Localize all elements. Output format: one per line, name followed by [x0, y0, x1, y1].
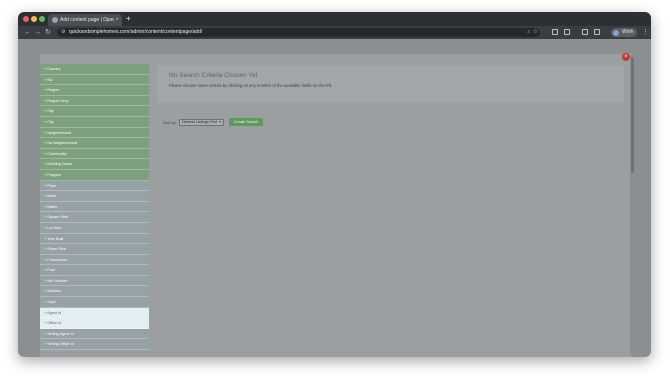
- filter-item[interactable]: + Selling Office Id: [40, 339, 149, 351]
- filter-item[interactable]: + Foreclosure: [40, 254, 149, 266]
- menu-icon[interactable]: ⋮: [642, 26, 649, 39]
- filter-item[interactable]: + Year Built: [40, 233, 149, 245]
- cast-icon[interactable]: [552, 29, 558, 35]
- tab-close-icon[interactable]: ×: [115, 14, 119, 26]
- sort-select[interactable]: Newest Listings First ▾: [179, 119, 224, 126]
- bookmarks-icon[interactable]: [594, 29, 600, 35]
- site-info-icon[interactable]: ⚙: [61, 28, 65, 37]
- filter-item[interactable]: + Building Name: [40, 159, 149, 170]
- filter-item[interactable]: + City: [40, 116, 149, 128]
- filter-item[interactable]: + No Neighborhood: [40, 138, 149, 149]
- filter-item[interactable]: + Agent Id: [40, 307, 149, 319]
- profile-button[interactable]: Work: [611, 28, 637, 37]
- panel-title: No Search Criteria Chosen Yet: [169, 72, 258, 79]
- filter-sidebar: + Country + Biz + Region + Region Grey + Cit…: [40, 64, 149, 357]
- filter-item[interactable]: + Country: [40, 64, 149, 75]
- url-text[interactable]: quickandsimplehomes.com/admin/content/co…: [69, 28, 202, 37]
- maximize-window-button[interactable]: [39, 16, 45, 22]
- new-tab-button[interactable]: +: [126, 13, 131, 25]
- filter-item[interactable]: + City: [40, 106, 149, 117]
- filter-item[interactable]: + Price: [40, 180, 149, 192]
- filter-item[interactable]: + Baths: [40, 201, 149, 213]
- forward-button[interactable]: →: [34, 26, 41, 39]
- bookmark-star-icon[interactable]: ☆: [533, 28, 538, 37]
- filter-item[interactable]: + Selling Agent Id: [40, 328, 149, 340]
- filter-item[interactable]: + Office Id: [40, 318, 149, 329]
- filter-item[interactable]: + Region Grey: [40, 95, 149, 107]
- create-search-button[interactable]: Create Search: [229, 118, 263, 126]
- browser-window: Add content page | Django s × + ← → ↻ ⚙ …: [18, 12, 651, 357]
- avatar: [613, 29, 619, 36]
- reload-button[interactable]: ↻: [45, 26, 51, 39]
- filter-item[interactable]: + Square Feet: [40, 212, 149, 223]
- filter-item[interactable]: + Polygon: [40, 169, 149, 181]
- scrollbar[interactable]: [630, 55, 634, 355]
- minimize-window-button[interactable]: [31, 16, 37, 22]
- browser-toolbar: ← → ↻ ⚙ quickandsimplehomes.com/admin/co…: [18, 26, 651, 39]
- filter-item[interactable]: + Community: [40, 148, 149, 160]
- filter-item[interactable]: + Beds: [40, 191, 149, 202]
- favicon-icon: [52, 17, 58, 23]
- filter-item[interactable]: + Biz: [40, 74, 149, 86]
- close-window-button[interactable]: [23, 16, 29, 22]
- back-button[interactable]: ←: [24, 26, 31, 39]
- filter-item[interactable]: + Region: [40, 85, 149, 96]
- address-bar[interactable]: ⚙ quickandsimplehomes.com/admin/content/…: [57, 28, 540, 37]
- panel-instructions: Please choose some criteria by clicking …: [169, 83, 333, 88]
- tab-bar: Add content page | Django s × +: [18, 12, 651, 26]
- zoom-icon[interactable]: ⌕: [527, 28, 530, 37]
- chevron-down-icon: ▾: [219, 120, 221, 124]
- filter-item[interactable]: + Address: [40, 286, 149, 298]
- profile-label: Work: [622, 29, 634, 35]
- tab-title: Add content page | Django s: [60, 17, 114, 23]
- filter-item[interactable]: + Mls Number: [40, 275, 149, 287]
- filter-item[interactable]: + Pool: [40, 265, 149, 276]
- criteria-panel: No Search Criteria Chosen Yet Please cho…: [157, 65, 624, 103]
- puzzle-icon[interactable]: [582, 29, 588, 35]
- sort-label: Sort by:: [163, 120, 177, 125]
- filter-item[interactable]: + Street Size: [40, 244, 149, 255]
- extensions-icon[interactable]: [564, 29, 570, 35]
- filter-item[interactable]: + Neighborhood: [40, 127, 149, 139]
- filter-item[interactable]: + Lot Size: [40, 222, 149, 234]
- filter-item[interactable]: + Style: [40, 297, 149, 308]
- sort-selected-value: Newest Listings First: [182, 120, 218, 124]
- page-content: × + Country + Biz + Region + Region Grey + C…: [18, 39, 651, 357]
- modal-close-icon[interactable]: ×: [622, 53, 630, 61]
- browser-tab[interactable]: Add content page | Django s ×: [48, 14, 122, 26]
- scrollbar-thumb[interactable]: [630, 57, 634, 173]
